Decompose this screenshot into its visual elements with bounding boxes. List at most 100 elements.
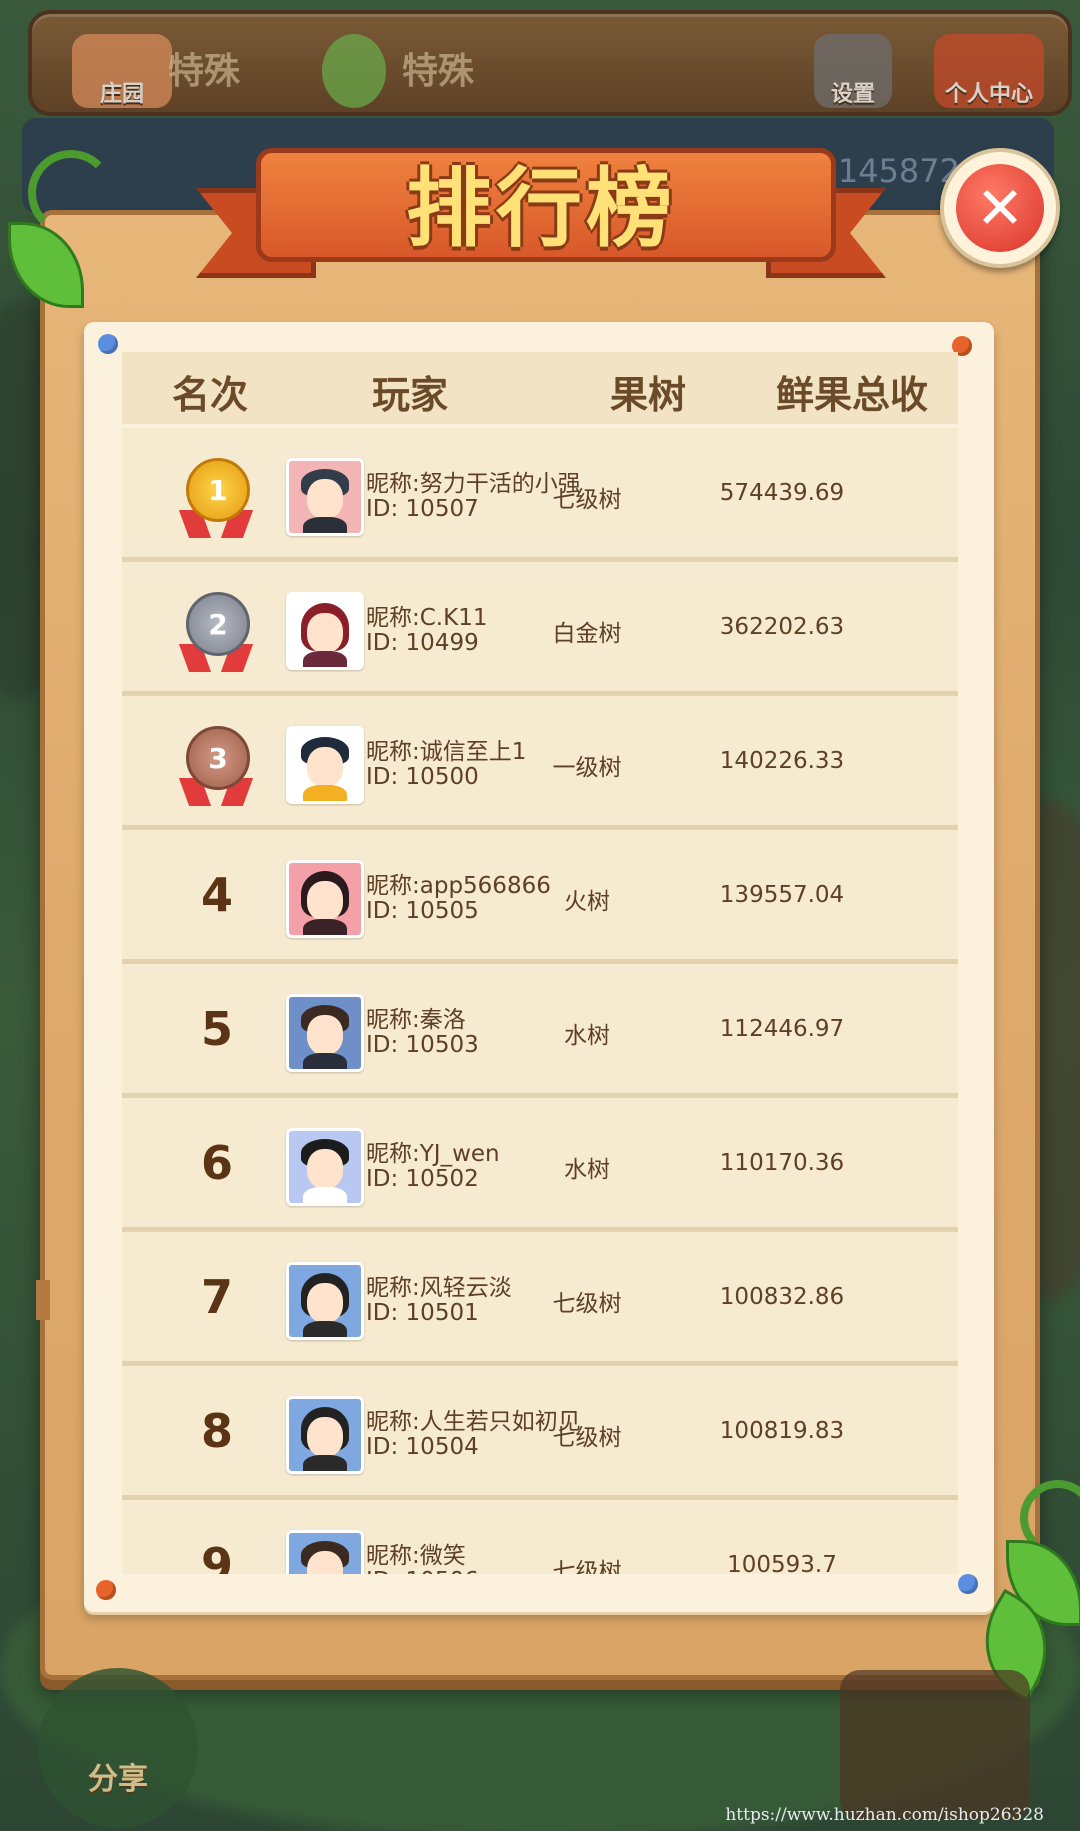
page-title: 排行榜: [406, 159, 676, 259]
player-id: ID: 10500: [366, 764, 479, 790]
avatar: [286, 726, 364, 804]
tree-level: 一级树: [552, 755, 622, 781]
avatar-face: [307, 1417, 343, 1457]
watermark: https://www.huzhan.com/ishop26328: [725, 1805, 1044, 1825]
tree-level: 七级树: [552, 487, 622, 513]
income-value: 100593.7: [727, 1552, 837, 1574]
rank-number: 8: [200, 1404, 233, 1458]
table-row[interactable]: 9 昵称:微笑 ID: 10506 七级树 100593.7: [122, 1500, 958, 1574]
player-id: ID: 10506: [366, 1568, 479, 1574]
avatar-face: [307, 1283, 343, 1323]
income-value: 139557.04: [719, 882, 845, 908]
rank-number: 9: [200, 1538, 233, 1574]
player-id: ID: 10501: [366, 1300, 479, 1326]
income-value: 112446.97: [719, 1016, 845, 1042]
close-button[interactable]: ✕: [940, 148, 1060, 268]
tree-icon: [322, 34, 386, 108]
avatar: [286, 1262, 364, 1340]
top-bar: 庄园 特殊 特殊 设置 个人中心: [28, 10, 1072, 116]
income-value: 110170.36: [719, 1150, 845, 1176]
top-tab-special-2[interactable]: 特殊: [402, 42, 474, 94]
share-button[interactable]: 分享: [38, 1668, 198, 1828]
pin-icon: [958, 1574, 978, 1594]
tree-level: 七级树: [552, 1291, 622, 1317]
avatar-face: [307, 1015, 343, 1055]
player-nickname: 昵称:C.K11: [366, 605, 488, 631]
garden-label: 庄园: [99, 82, 144, 107]
income-value: 100819.83: [719, 1418, 845, 1444]
share-label: 分享: [88, 1762, 148, 1797]
avatar: [286, 1128, 364, 1206]
player-id: ID: 10503: [366, 1032, 479, 1058]
player-id: ID: 10507: [366, 496, 479, 522]
pin-icon: [98, 334, 118, 354]
table-row[interactable]: 6 昵称:YJ_wen ID: 10502 水树 110170.36: [122, 1098, 958, 1232]
avatar-body: [303, 651, 347, 667]
income-value: 574439.69: [719, 480, 845, 506]
profile-label: 个人中心: [944, 82, 1033, 107]
table-row[interactable]: 4 昵称:app566866 ID: 10505 火树 139557.04: [122, 830, 958, 964]
table-header: 名次 玩家 果树 鲜果总收入: [122, 352, 958, 472]
tree-level: 白金树: [552, 621, 622, 647]
table-row[interactable]: 3 昵称:诚信至上1 ID: 10500 一级树 140226.33: [122, 696, 958, 830]
leaderboard-list[interactable]: 1 昵称:努力干活的小强 ID: 10507 七级树 574439.69 2 昵…: [122, 428, 958, 1574]
bronze-medal-icon: 3: [178, 726, 254, 806]
player-nickname: 昵称:YJ_wen: [366, 1141, 500, 1167]
tree-level: 七级树: [552, 1559, 622, 1574]
column-header-tree: 果树: [610, 373, 687, 417]
garden-button[interactable]: 庄园: [72, 34, 172, 108]
tree-level: 水树: [564, 1023, 610, 1049]
player-id: ID: 10505: [366, 898, 479, 924]
gold-medal-icon: 1: [178, 458, 254, 538]
column-header-rank: 名次: [172, 373, 249, 417]
player-id: ID: 10504: [366, 1434, 479, 1460]
medal-disc: 1: [186, 458, 250, 522]
avatar-body: [303, 785, 347, 801]
income-value: 140226.33: [719, 748, 845, 774]
table-row[interactable]: 2 昵称:C.K11 ID: 10499 白金树 362202.63: [122, 562, 958, 696]
tree-level: 火树: [564, 889, 610, 915]
vine-decoration: [28, 150, 114, 236]
column-header-player: 玩家: [372, 373, 449, 417]
avatar-body: [303, 919, 347, 935]
avatar: [286, 860, 364, 938]
title-banner: 排行榜: [196, 128, 886, 278]
player-nickname: 昵称:秦洛: [366, 1007, 466, 1033]
rank-number: 5: [200, 1002, 233, 1056]
avatar-face: [307, 479, 343, 519]
avatar-body: [303, 1321, 347, 1337]
income-value: 362202.63: [719, 614, 845, 640]
player-nickname: 昵称:风轻云淡: [366, 1275, 512, 1301]
table-row[interactable]: 7 昵称:风轻云淡 ID: 10501 七级树 100832.86: [122, 1232, 958, 1366]
rank-number: 4: [200, 868, 233, 922]
avatar-body: [303, 1187, 347, 1203]
top-tab-special-1[interactable]: 特殊: [168, 42, 240, 94]
player-id: ID: 10499: [366, 630, 479, 656]
avatar-body: [303, 1053, 347, 1069]
player-nickname: 昵称:诚信至上1: [366, 739, 527, 765]
player-id: ID: 10502: [366, 1166, 479, 1192]
profile-button[interactable]: 个人中心: [934, 34, 1044, 108]
silver-medal-icon: 2: [178, 592, 254, 672]
medal-disc: 3: [186, 726, 250, 790]
avatar-face: [307, 1149, 343, 1189]
settings-button[interactable]: 设置: [814, 34, 892, 108]
avatar-face: [307, 881, 343, 921]
settings-label: 设置: [830, 82, 875, 107]
avatar: [286, 994, 364, 1072]
table-row[interactable]: 5 昵称:秦洛 ID: 10503 水树 112446.97: [122, 964, 958, 1098]
player-nickname: 昵称:微笑: [366, 1543, 466, 1569]
table-row[interactable]: 1 昵称:努力干活的小强 ID: 10507 七级树 574439.69: [122, 428, 958, 562]
board-notch: [36, 1280, 50, 1320]
table-row[interactable]: 8 昵称:人生若只如初见 ID: 10504 七级树 100819.83: [122, 1366, 958, 1500]
medal-disc: 2: [186, 592, 250, 656]
income-value: 100832.86: [719, 1284, 845, 1310]
avatar: [286, 1530, 364, 1574]
pin-icon: [96, 1580, 116, 1600]
tree-level: 水树: [564, 1157, 610, 1183]
avatar: [286, 1396, 364, 1474]
avatar-face: [307, 747, 343, 787]
bottom-right-button[interactable]: [840, 1670, 1030, 1820]
avatar-body: [303, 1455, 347, 1471]
avatar: [286, 592, 364, 670]
